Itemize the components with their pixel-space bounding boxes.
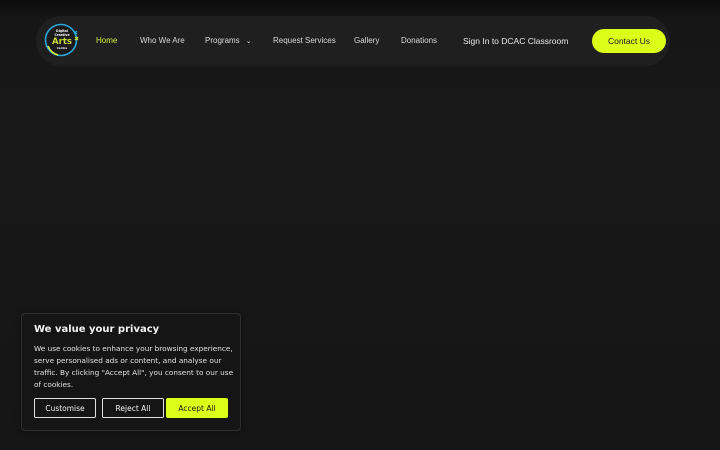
cookie-title: We value your privacy [34, 324, 160, 335]
logo-line-4: Centre [56, 45, 68, 50]
site-logo[interactable]: Digital Creative Arts Centre [44, 22, 80, 58]
nav-request-services[interactable]: Request Services [273, 34, 336, 48]
page: Digital Creative Arts Centre Home Who We… [0, 0, 720, 450]
nav-home[interactable]: Home [96, 34, 117, 48]
header-bar [36, 16, 670, 66]
nav-programs[interactable]: Programs ⌄ [205, 34, 252, 49]
chevron-down-icon: ⌄ [245, 38, 252, 45]
nav-sign-in-classroom[interactable]: Sign In to DCAC Classroom [463, 34, 568, 48]
contact-us-button[interactable]: Contact Us [592, 29, 666, 53]
customise-button[interactable]: Customise [34, 398, 96, 418]
nav-who-we-are[interactable]: Who We Are [140, 34, 185, 48]
reject-all-button[interactable]: Reject All [102, 398, 164, 418]
cookie-consent-banner: We value your privacy We use cookies to … [21, 313, 241, 431]
nav-donations[interactable]: Donations [401, 34, 437, 48]
logo-wordmark: Digital Creative Arts Centre [44, 22, 80, 58]
nav-programs-label: Programs [205, 36, 240, 45]
cookie-description: We use cookies to enhance your browsing … [34, 344, 234, 389]
accept-all-button[interactable]: Accept All [166, 398, 228, 418]
nav-gallery[interactable]: Gallery [354, 34, 379, 48]
